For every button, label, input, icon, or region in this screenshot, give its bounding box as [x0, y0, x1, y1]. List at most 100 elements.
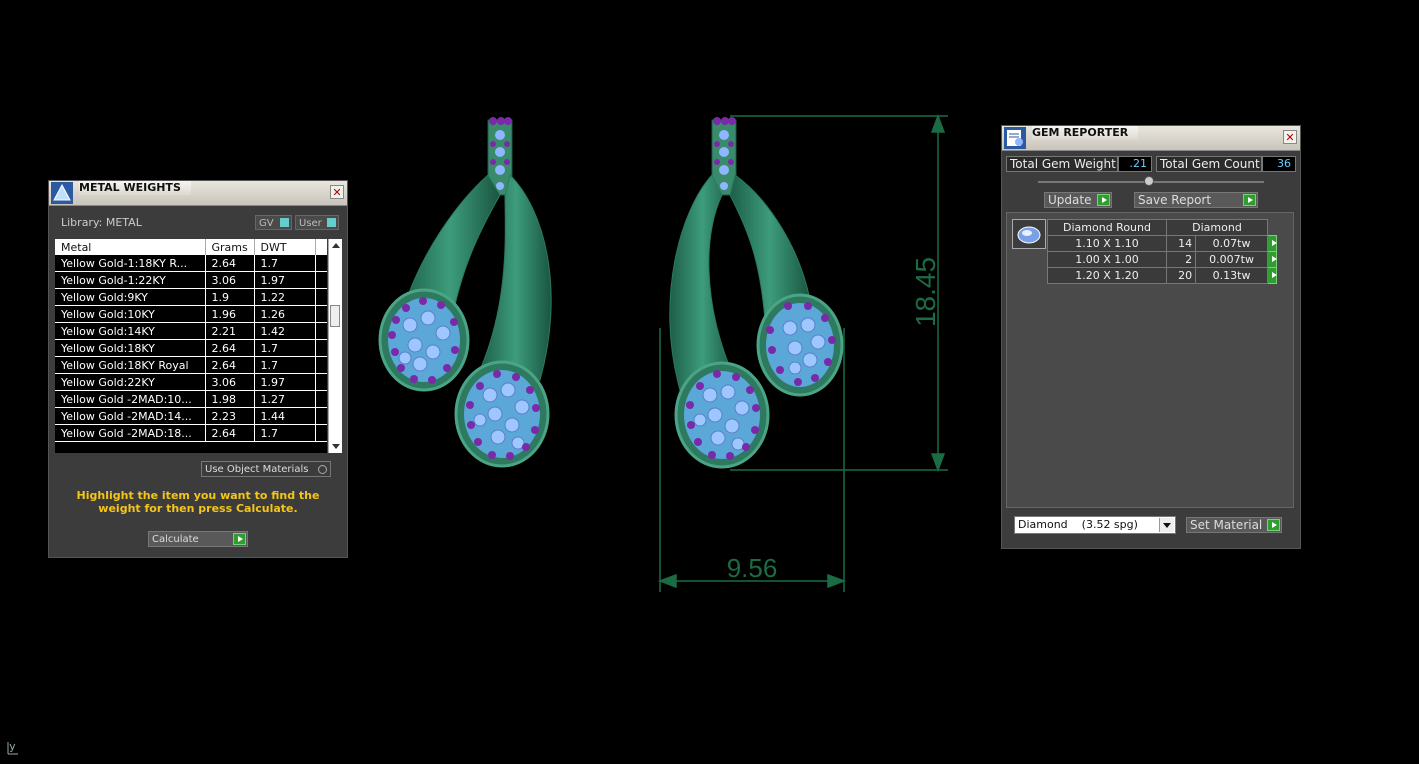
row-spacer	[315, 255, 327, 272]
gem-table-row[interactable]: 1.10 X 1.10 14 0.07tw	[1047, 235, 1278, 252]
user-toggle[interactable]: User	[295, 215, 339, 230]
metal-table-row[interactable]: Yellow Gold:18KY Royal 2.64 1.7	[55, 356, 327, 374]
gem-size-cell: 1.00 X 1.00	[1047, 251, 1167, 268]
gem-count-cell: 20	[1165, 267, 1197, 284]
gem-table-row[interactable]: 1.20 X 1.20 20 0.13tw	[1047, 267, 1278, 284]
metal-hint-text: Highlight the item you want to find the …	[76, 489, 320, 515]
save-report-arrow-icon	[1243, 194, 1256, 206]
metal-table-header: Metal Grams DWT	[55, 239, 327, 255]
save-report-label: Save Report	[1138, 193, 1212, 207]
metal-table-row[interactable]: Yellow Gold -2MAD:10... 1.98 1.27	[55, 390, 327, 408]
dwt-cell: 1.44	[254, 407, 316, 425]
gem-row-arrow-icon[interactable]	[1267, 267, 1278, 284]
gem-reporter-titlebar[interactable]: GEM REPORTER ✕	[1002, 126, 1300, 151]
gem-size-cell: 1.10 X 1.10	[1047, 235, 1167, 252]
gem-table: Diamond Round Diamond 1.10 X 1.10 14 0.07t…	[1047, 219, 1278, 284]
scroll-thumb[interactable]	[330, 305, 340, 327]
total-gem-count-field[interactable]: 36	[1262, 156, 1296, 172]
gem-thumbnail[interactable]	[1012, 219, 1046, 249]
grams-cell: 2.64	[205, 424, 255, 442]
row-spacer	[315, 390, 327, 408]
use-object-materials-checkbox[interactable]: Use Object Materials	[201, 461, 331, 477]
dwt-cell: 1.42	[254, 322, 316, 340]
gv-toggle[interactable]: GV	[255, 215, 292, 230]
save-report-button[interactable]: Save Report	[1134, 192, 1258, 208]
grams-cell: 2.64	[205, 356, 255, 374]
gem-weight-cell: 0.007tw	[1195, 251, 1268, 268]
metal-name-cell: Yellow Gold-1:22KY	[55, 271, 206, 289]
dimension-width-label: 9.56	[727, 553, 778, 583]
metal-table-scrollbar[interactable]	[328, 239, 342, 453]
gem-row-arrow-icon[interactable]	[1267, 235, 1278, 252]
metal-table-row[interactable]: Yellow Gold:14KY 2.21 1.42	[55, 322, 327, 340]
update-button[interactable]: Update	[1044, 192, 1112, 208]
metal-table-row[interactable]: Yellow Gold:18KY 2.64 1.7	[55, 339, 327, 357]
gem-shape-header: Diamond Round	[1047, 219, 1167, 236]
metal-weights-close-button[interactable]: ✕	[330, 185, 344, 199]
gem-list-area[interactable]: Diamond Round Diamond 1.10 X 1.10 14 0.07t…	[1006, 212, 1294, 508]
material-select[interactable]: Diamond (3.52 spg)	[1014, 516, 1176, 534]
user-toggle-label: User	[299, 218, 322, 229]
metal-name-cell: Yellow Gold:9KY	[55, 288, 206, 306]
metal-table-row[interactable]: Yellow Gold -2MAD:14... 2.23 1.44	[55, 407, 327, 425]
metal-name-cell: Yellow Gold:18KY Royal	[55, 356, 206, 374]
scroll-down-icon[interactable]	[332, 444, 340, 449]
set-material-button[interactable]: Set Material	[1186, 517, 1282, 533]
gem-count-cell: 14	[1165, 235, 1197, 252]
gv-toggle-label: GV	[259, 218, 274, 229]
dwt-cell: 1.7	[254, 339, 316, 357]
dwt-cell: 1.7	[254, 356, 316, 374]
gem-table-header: Diamond Round Diamond	[1047, 219, 1277, 236]
gem-table-row[interactable]: 1.00 X 1.00 2 0.007tw	[1047, 251, 1278, 268]
metal-name-cell: Yellow Gold:22KY	[55, 373, 206, 391]
total-gem-weight-field[interactable]: .21	[1118, 156, 1152, 172]
slider-handle[interactable]	[1144, 176, 1154, 186]
metal-table: Metal Grams DWT Yellow Gold-1:18KY R... 2…	[55, 239, 327, 442]
grams-cell: 2.23	[205, 407, 255, 425]
calculate-arrow-icon	[233, 533, 246, 545]
metal-name-cell: Yellow Gold -2MAD:18...	[55, 424, 206, 442]
dwt-cell: 1.97	[254, 373, 316, 391]
gem-count-cell: 2	[1165, 251, 1197, 268]
gem-row-arrow-icon[interactable]	[1267, 251, 1278, 268]
metal-table-row[interactable]: Yellow Gold -2MAD:18... 2.64 1.7	[55, 424, 327, 442]
gem-type-header: Diamond	[1166, 219, 1268, 236]
col-grams-header[interactable]: Grams	[205, 239, 255, 255]
metal-table-row[interactable]: Yellow Gold-1:18KY R... 2.64 1.7	[55, 255, 327, 272]
metal-table-row[interactable]: Yellow Gold:22KY 3.06 1.97	[55, 373, 327, 391]
calculate-button[interactable]: Calculate	[148, 531, 248, 547]
row-spacer	[315, 322, 327, 340]
metal-weights-panel[interactable]: METAL WEIGHTS ✕ Library: METAL GV User M…	[48, 180, 348, 558]
gem-report-logo-icon	[1004, 127, 1026, 149]
metal-weights-titlebar[interactable]: METAL WEIGHTS ✕	[49, 181, 347, 206]
row-spacer	[315, 305, 327, 323]
gem-reporter-panel[interactable]: GEM REPORTER ✕ Total Gem Weight .21 Tota…	[1001, 125, 1301, 549]
grams-cell: 3.06	[205, 271, 255, 289]
metal-table-row[interactable]: Yellow Gold:10KY 1.96 1.26	[55, 305, 327, 323]
row-spacer	[315, 356, 327, 374]
round-diamond-icon	[1017, 226, 1041, 244]
grams-cell: 2.64	[205, 339, 255, 357]
metal-table-row[interactable]: Yellow Gold:9KY 1.9 1.22	[55, 288, 327, 306]
metal-table-container[interactable]: Metal Grams DWT Yellow Gold-1:18KY R... 2…	[55, 239, 327, 453]
grams-cell: 2.21	[205, 322, 255, 340]
use-object-materials-label: Use Object Materials	[205, 464, 309, 475]
row-spacer	[315, 288, 327, 306]
gem-reporter-close-button[interactable]: ✕	[1283, 130, 1297, 144]
row-spacer	[315, 339, 327, 357]
col-dwt-header[interactable]: DWT	[254, 239, 316, 255]
earring-side-view[interactable]	[669, 117, 844, 469]
metal-table-row[interactable]: Yellow Gold-1:22KY 3.06 1.97	[55, 271, 327, 289]
metal-name-cell: Yellow Gold:10KY	[55, 305, 206, 323]
col-metal-header[interactable]: Metal	[55, 239, 206, 255]
grams-cell: 2.64	[205, 255, 255, 272]
metal-name-cell: Yellow Gold:14KY	[55, 322, 206, 340]
scroll-up-icon[interactable]	[332, 243, 340, 248]
chevron-down-icon[interactable]	[1159, 518, 1174, 532]
dwt-cell: 1.7	[254, 424, 316, 442]
grams-cell: 1.9	[205, 288, 255, 306]
material-select-value: Diamond (3.52 spg)	[1018, 518, 1138, 531]
dimension-height-label: 18.45	[910, 257, 941, 327]
row-spacer	[315, 407, 327, 425]
earring-front-view[interactable]	[378, 117, 552, 468]
